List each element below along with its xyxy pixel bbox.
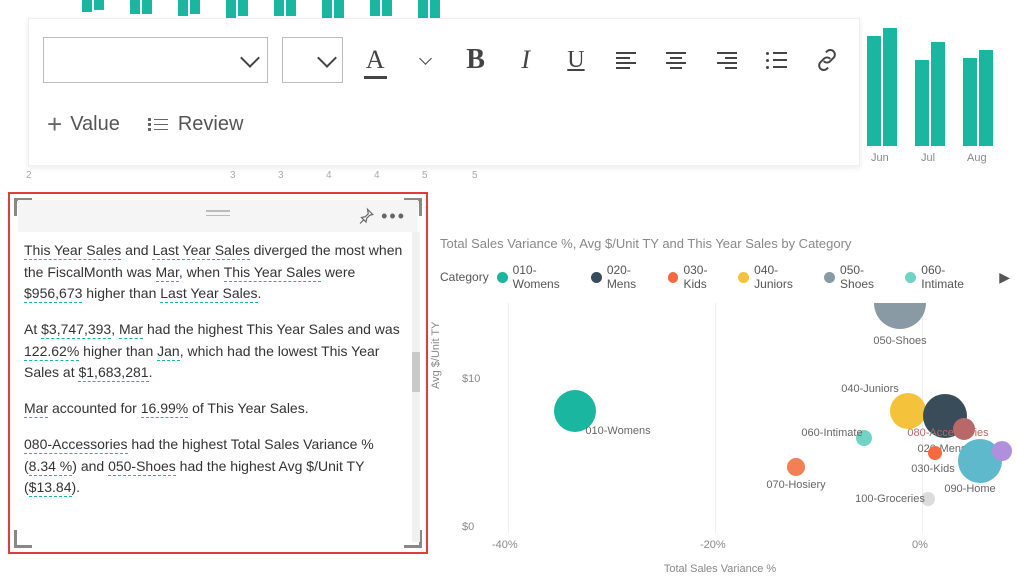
review-icon	[148, 118, 168, 131]
narrative-paragraph: This Year Sales and Last Year Sales dive…	[24, 240, 408, 305]
bubble-label: 030-Kids	[911, 463, 954, 475]
align-center-button[interactable]	[658, 40, 694, 80]
align-center-icon	[666, 52, 686, 69]
legend-scroll-right-icon[interactable]: ▶	[999, 269, 1010, 286]
narrative-paragraph: At $3,747,393, Mar had the highest This …	[24, 319, 408, 384]
legend-swatch	[824, 272, 835, 283]
legend-label: Category	[440, 270, 489, 284]
link-icon	[814, 47, 840, 73]
legend-item[interactable]: 060-Intimate	[905, 263, 987, 291]
more-options-icon[interactable]: •••	[381, 211, 406, 221]
smart-narrative-visual[interactable]: ••• This Year Sales and Last Year Sales …	[8, 192, 428, 554]
chart-plot-area[interactable]: Avg $/Unit TY Total Sales Variance % $10…	[440, 303, 1000, 555]
bold-icon: B	[466, 44, 485, 76]
bubble-label: 040-Juniors	[841, 383, 898, 395]
font-family-select[interactable]	[43, 37, 268, 83]
align-left-button[interactable]	[608, 40, 644, 80]
bullet-list-button[interactable]	[759, 40, 795, 80]
underline-button[interactable]: U	[558, 40, 594, 80]
bubble-label: 080-Accessories	[907, 427, 988, 439]
chart-title: Total Sales Variance %, Avg $/Unit TY an…	[440, 236, 1010, 251]
chevron-down-icon	[419, 52, 432, 65]
plus-icon: +	[47, 109, 62, 140]
chevron-down-icon	[317, 48, 337, 68]
y-axis-label: Avg $/Unit TY	[430, 322, 442, 389]
bubble-chart[interactable]: Total Sales Variance %, Avg $/Unit TY an…	[440, 236, 1010, 568]
legend-swatch	[497, 272, 508, 283]
font-color-dropdown[interactable]	[407, 40, 443, 80]
legend-swatch	[668, 272, 679, 283]
x-tick: -20%	[700, 539, 726, 551]
narrative-text[interactable]: This Year Sales and Last Year Sales dive…	[10, 232, 426, 546]
font-color-icon: A	[366, 45, 385, 75]
value-label: Value	[70, 113, 120, 136]
x-axis-label: Total Sales Variance %	[664, 563, 776, 575]
italic-icon: I	[521, 45, 530, 75]
bullet-list-icon	[766, 52, 787, 69]
legend-item[interactable]: 020-Mens	[591, 263, 660, 291]
x-tick: -40%	[492, 539, 518, 551]
hyperlink-button[interactable]	[809, 40, 845, 80]
bold-button[interactable]: B	[457, 40, 493, 80]
narrative-paragraph: Mar accounted for 16.99% of This Year Sa…	[24, 398, 408, 420]
legend-swatch	[738, 272, 749, 283]
month-label: Jul	[921, 152, 935, 164]
y-tick: $10	[462, 373, 480, 385]
narrative-paragraph: 080-Accessories had the highest Total Sa…	[24, 434, 408, 499]
bubble-label: 060-Intimate	[801, 427, 862, 439]
legend-item[interactable]: 030-Kids	[668, 263, 731, 291]
legend-item[interactable]: 040-Juniors	[738, 263, 816, 291]
chart-legend: Category 010-Womens 020-Mens 030-Kids 04…	[440, 263, 1010, 291]
month-label: Jun	[871, 152, 889, 164]
legend-swatch	[905, 272, 916, 283]
align-left-icon	[616, 52, 636, 69]
month-label: Aug	[967, 152, 987, 164]
bubble-label: 100-Groceries	[855, 493, 925, 505]
align-right-button[interactable]	[708, 40, 744, 80]
align-right-icon	[717, 52, 737, 69]
bubble-040-juniors[interactable]	[890, 393, 926, 429]
bubble-label: 070-Hosiery	[766, 479, 825, 491]
scrollbar[interactable]	[412, 232, 420, 542]
bubble-050-shoes[interactable]	[874, 303, 926, 329]
text-format-toolbar: A B I U + Value	[28, 18, 860, 166]
scrollbar-thumb[interactable]	[412, 352, 420, 392]
bubble-label: 050-Shoes	[873, 335, 926, 347]
font-size-select[interactable]	[282, 37, 343, 83]
review-label: Review	[178, 113, 244, 136]
y-tick: $0	[462, 521, 474, 533]
bubble-label: 010-Womens	[585, 425, 650, 437]
review-button[interactable]: Review	[148, 113, 244, 136]
add-value-button[interactable]: + Value	[47, 109, 120, 140]
visual-header: •••	[18, 200, 418, 232]
pin-icon[interactable]	[357, 207, 375, 225]
legend-item[interactable]: 010-Womens	[497, 263, 583, 291]
font-color-button[interactable]: A	[357, 40, 393, 80]
legend-item[interactable]: 050-Shoes	[824, 263, 897, 291]
underline-icon: U	[567, 47, 584, 74]
bubble-misc[interactable]	[992, 441, 1012, 461]
drag-handle-icon[interactable]	[206, 210, 230, 216]
legend-swatch	[591, 272, 602, 283]
bubble-030-kids[interactable]	[928, 446, 942, 460]
bubble-label: 090-Home	[944, 483, 995, 495]
x-tick: 0%	[912, 539, 928, 551]
bubble-070-hosiery[interactable]	[787, 458, 805, 476]
chevron-down-icon	[240, 48, 260, 68]
italic-button[interactable]: I	[508, 40, 544, 80]
